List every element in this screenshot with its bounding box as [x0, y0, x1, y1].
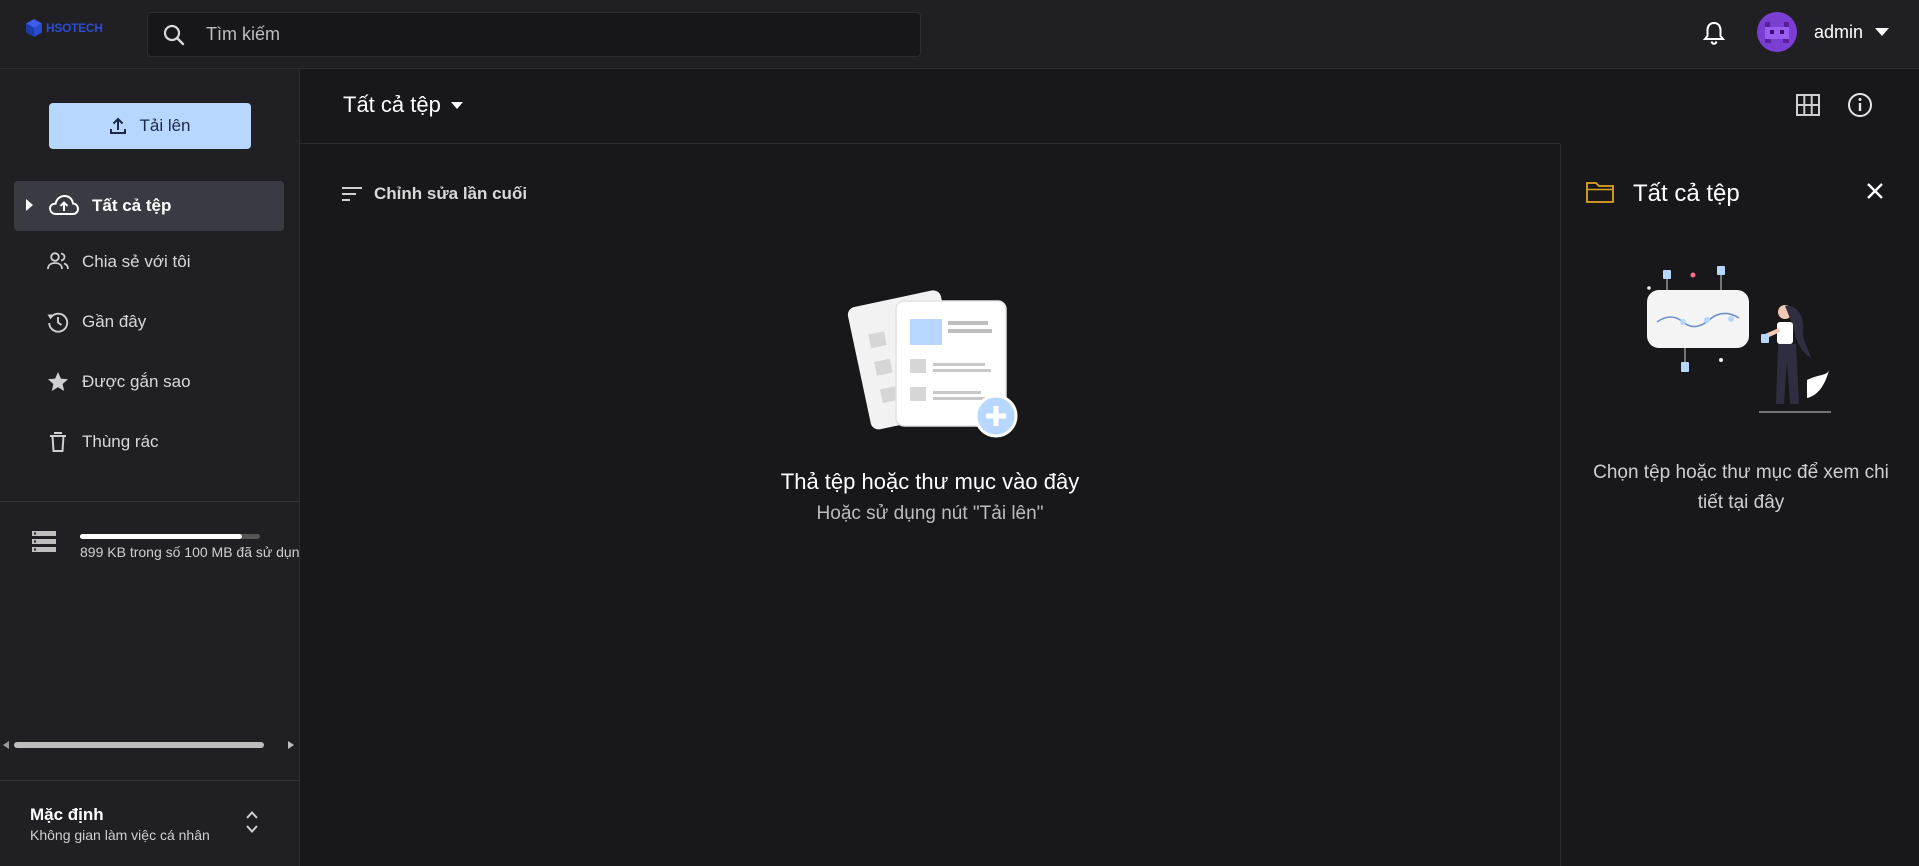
scroll-left-arrow-icon[interactable] [3, 741, 9, 749]
sidebar-divider [0, 501, 300, 502]
storage-text: 899 KB trong số 100 MB đã sử dụng [80, 544, 300, 560]
storage-progress-fill [80, 534, 242, 539]
workspace-switcher[interactable]: Mặc định Không gian làm việc cá nhân [0, 780, 300, 866]
unfold-icon[interactable] [245, 809, 259, 835]
sidebar-item-shared-with-me[interactable]: Chia sẻ với tôi [14, 237, 284, 287]
storage-progress-bar [80, 534, 260, 539]
storage-icon [32, 531, 56, 552]
storage-usage: 899 KB trong số 100 MB đã sử dụng [0, 529, 300, 589]
scroll-right-arrow-icon[interactable] [288, 741, 294, 749]
user-menu[interactable]: admin [1757, 12, 1890, 52]
path-dropdown[interactable]: Tất cả tệp [343, 92, 463, 118]
path-label[interactable]: Tất cả tệp [343, 92, 441, 118]
details-empty-illustration [1647, 266, 1831, 413]
avatar-pixel-icon [1765, 22, 1789, 43]
sidebar-item-label: Chia sẻ với tôi [82, 252, 191, 271]
sort-lines-icon [342, 187, 362, 201]
info-icon[interactable] [1847, 92, 1873, 118]
logo-cube-icon [26, 19, 42, 37]
logo[interactable]: HSOTECH [24, 18, 103, 38]
sidebar-horizontal-scrollbar[interactable] [0, 738, 300, 752]
sidebar-item-label: Được gắn sao [82, 372, 191, 391]
top-bar: HSOTECH Tìm kiếm admin [0, 0, 1919, 69]
sidebar-item-label: Thùng rác [82, 432, 159, 451]
folder-icon [1586, 182, 1614, 203]
user-name[interactable]: admin [1814, 22, 1863, 43]
details-message: Chọn tệp hoặc thư mục để xem chi tiết tạ… [1593, 462, 1889, 513]
sort-label[interactable]: Chỉnh sửa lần cuối [374, 184, 527, 204]
chevron-down-icon[interactable] [450, 101, 463, 109]
main-content: Tất cả tệp Chỉnh sửa lần cuối Thả tệp ho… [300, 69, 1560, 866]
scrollbar-thumb[interactable] [14, 742, 264, 748]
workspace-subtitle: Không gian làm việc cá nhân [30, 827, 210, 843]
sidebar-item-trash[interactable]: Thùng rác [14, 417, 284, 467]
sidebar-item-label: Gần đây [82, 312, 147, 331]
trash-icon [50, 432, 66, 452]
avatar[interactable] [1757, 12, 1797, 52]
upload-button-label: Tải lên [139, 116, 191, 135]
cloud-upload-icon [48, 194, 80, 215]
star-icon [48, 372, 68, 391]
notifications-bell-icon[interactable] [1702, 20, 1726, 46]
upload-icon [110, 117, 127, 134]
empty-state-subtitle: Hoặc sử dụng nút "Tải lên" [816, 503, 1044, 524]
details-title: Tất cả tệp [1633, 180, 1740, 207]
sidebar-item-label: Tất cả tệp [92, 196, 172, 215]
search-input[interactable] [206, 13, 906, 56]
chevron-down-icon[interactable] [1875, 28, 1890, 36]
sidebar-item-recent[interactable]: Gần đây [14, 297, 284, 347]
sidebar: Tải lên Tất cả tệp Chia sẻ với tôi Gần đ… [0, 69, 300, 866]
upload-button[interactable]: Tải lên [49, 103, 251, 149]
sidebar-item-starred[interactable]: Được gắn sao [14, 357, 284, 407]
history-icon [47, 312, 69, 333]
people-icon [47, 252, 69, 270]
search-box[interactable] [147, 12, 921, 57]
empty-state: Thả tệp hoặc thư mục vào đây Hoặc sử dụn… [300, 279, 1560, 525]
empty-files-illustration [847, 290, 1018, 438]
expand-caret-icon[interactable] [26, 199, 34, 211]
close-icon[interactable] [1864, 180, 1886, 202]
details-panel: Tất cả tệp Chọn tệp hoặc thư mục để xem … [1560, 144, 1919, 866]
empty-state-title: Thả tệp hoặc thư mục vào đây [780, 469, 1080, 494]
grid-view-icon[interactable] [1796, 94, 1820, 116]
app-root: HSOTECH Tìm kiếm admin Tải lên Tất cả tệ… [0, 0, 1919, 866]
main-header: Tất cả tệp [300, 69, 1560, 144]
sort-control[interactable]: Chỉnh sửa lần cuối [342, 184, 527, 204]
sidebar-item-all-files[interactable]: Tất cả tệp [14, 181, 284, 231]
logo-text: HSOTECH [46, 21, 103, 35]
workspace-title: Mặc định [30, 805, 104, 824]
search-icon[interactable] [162, 23, 186, 47]
